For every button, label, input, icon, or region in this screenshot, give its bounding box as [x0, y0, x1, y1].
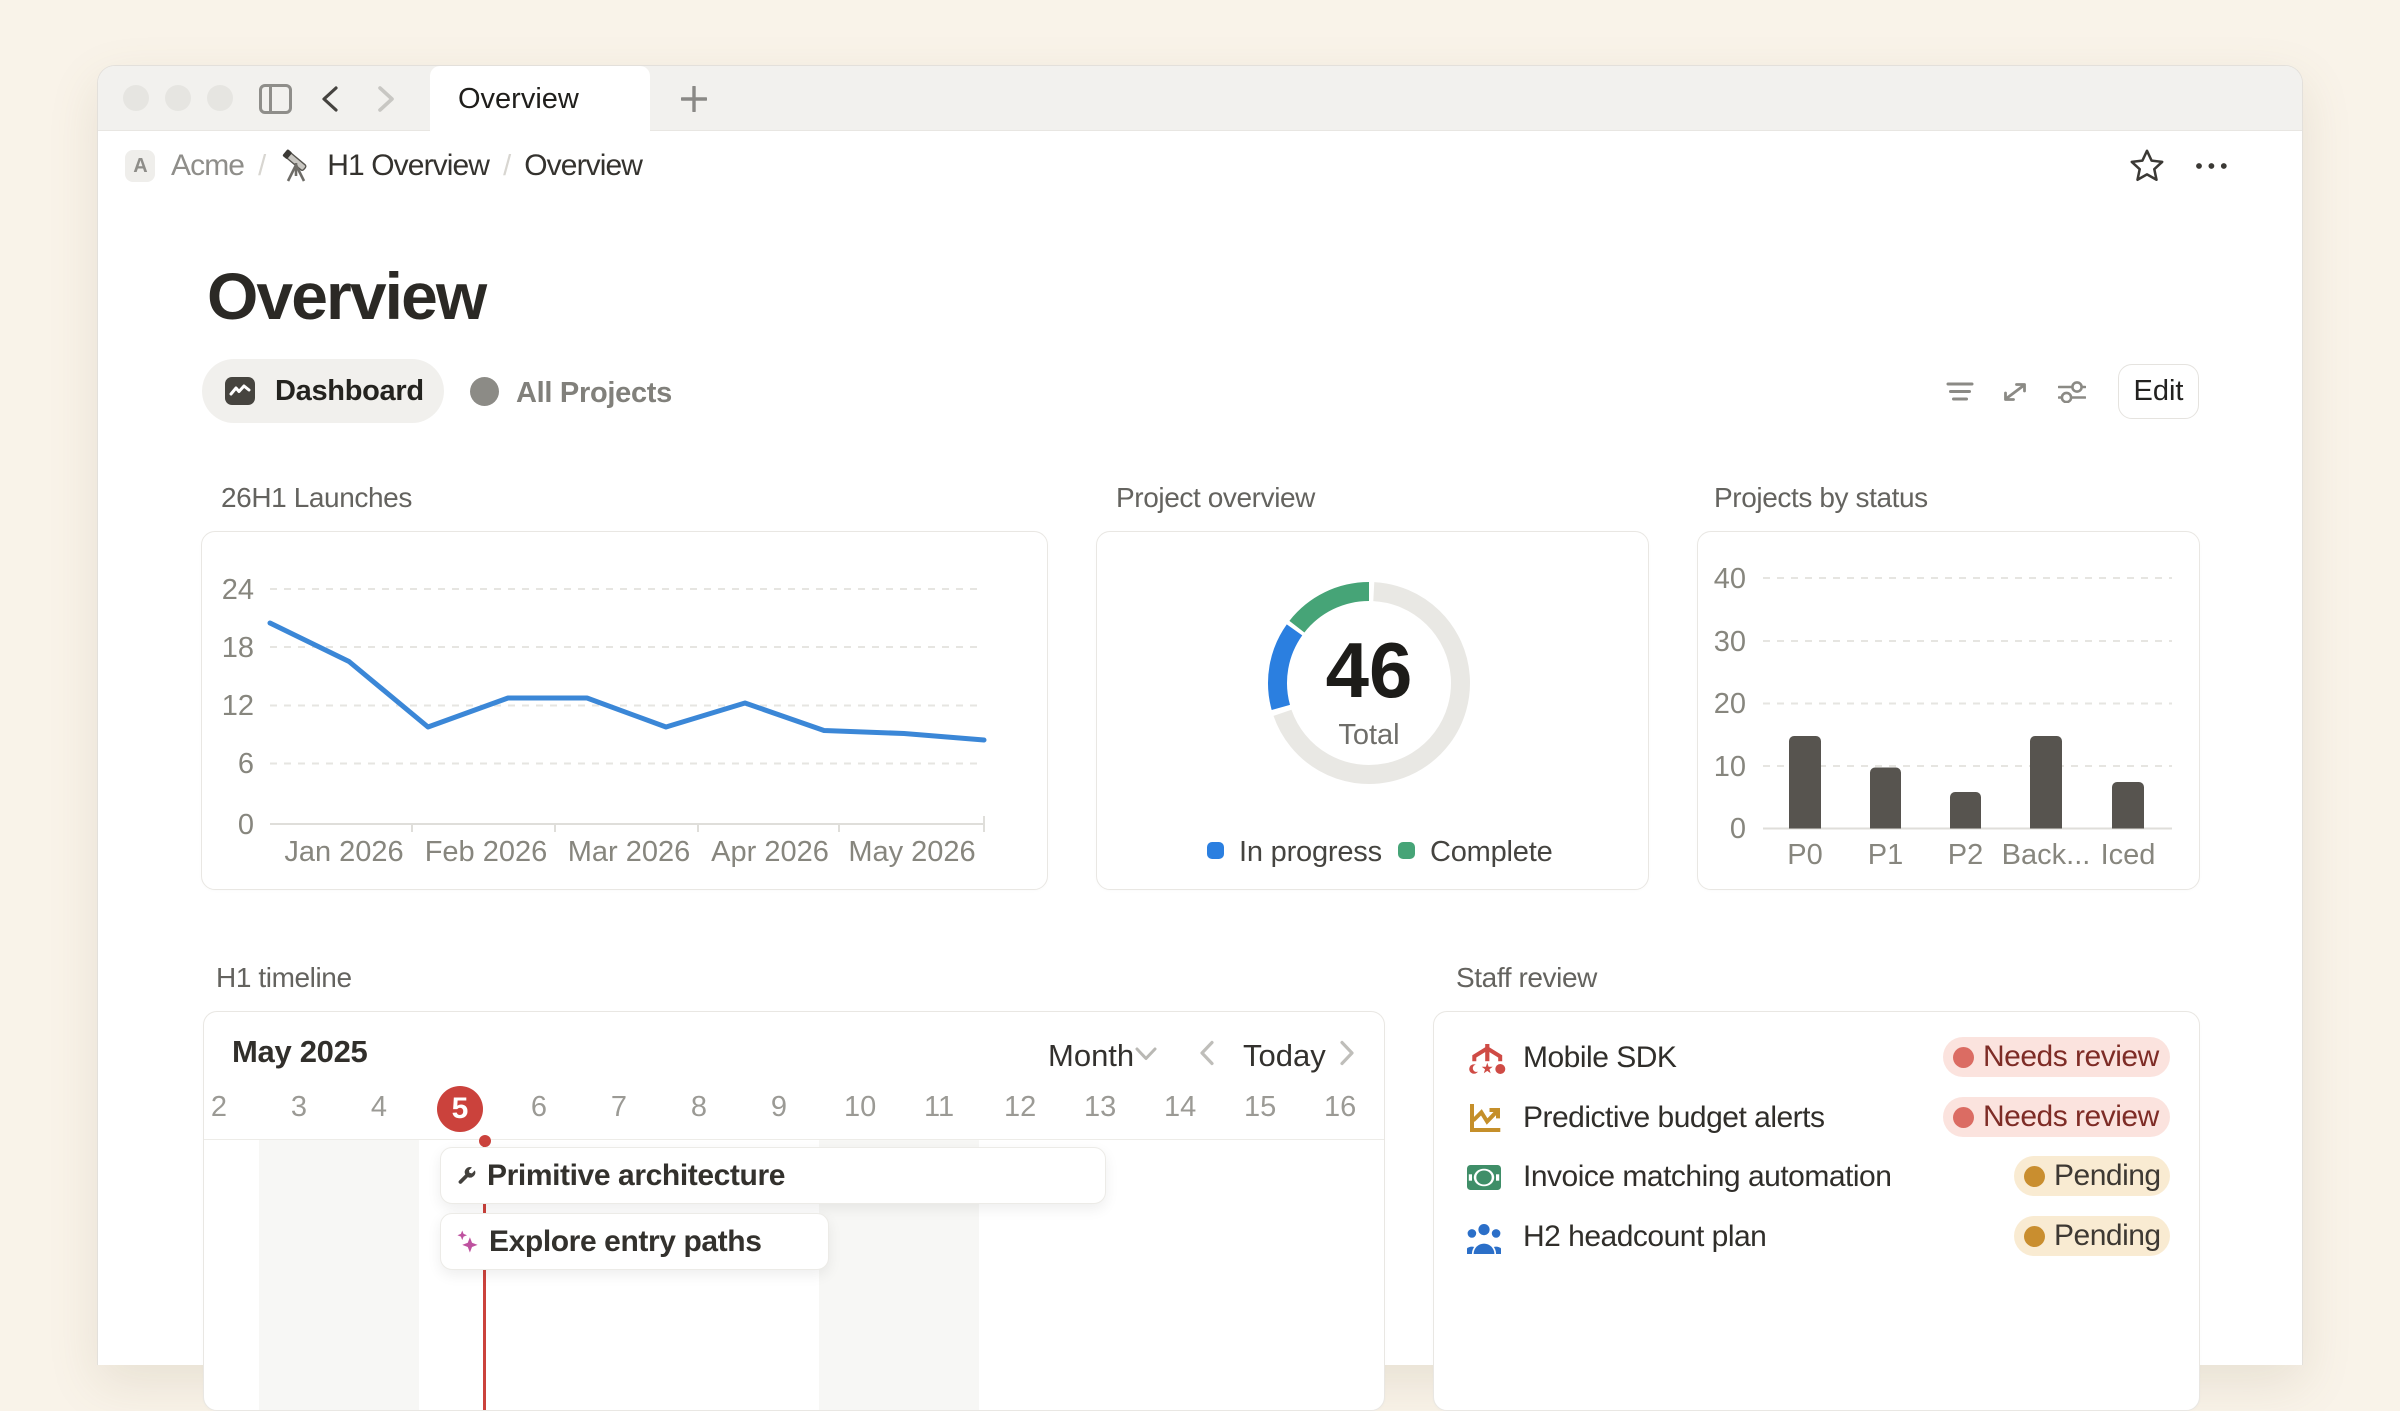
svg-text:P1: P1 [1868, 839, 1903, 871]
svg-text:0: 0 [238, 809, 254, 841]
svg-text:Complete: Complete [1430, 836, 1553, 868]
svg-text:May 2026: May 2026 [848, 836, 975, 868]
svg-text:Back...: Back... [2002, 839, 2091, 871]
svg-text:6: 6 [238, 748, 254, 780]
svg-text:Total: Total [1338, 719, 1399, 751]
svg-text:46: 46 [1326, 626, 1413, 714]
svg-text:18: 18 [222, 632, 254, 664]
svg-text:10: 10 [1714, 751, 1746, 783]
svg-text:In progress: In progress [1239, 836, 1382, 868]
svg-text:P2: P2 [1948, 839, 1983, 871]
svg-text:24: 24 [222, 574, 254, 606]
svg-text:Mar 2026: Mar 2026 [568, 836, 691, 868]
svg-text:30: 30 [1714, 626, 1746, 658]
svg-text:P0: P0 [1787, 839, 1822, 871]
svg-text:20: 20 [1714, 688, 1746, 720]
svg-text:12: 12 [222, 690, 254, 722]
svg-text:0: 0 [1730, 813, 1746, 845]
svg-text:Jan 2026: Jan 2026 [284, 836, 403, 868]
svg-text:40: 40 [1714, 563, 1746, 595]
svg-text:Apr 2026: Apr 2026 [711, 836, 829, 868]
svg-text:Feb 2026: Feb 2026 [425, 836, 548, 868]
svg-text:Iced: Iced [2101, 839, 2156, 871]
